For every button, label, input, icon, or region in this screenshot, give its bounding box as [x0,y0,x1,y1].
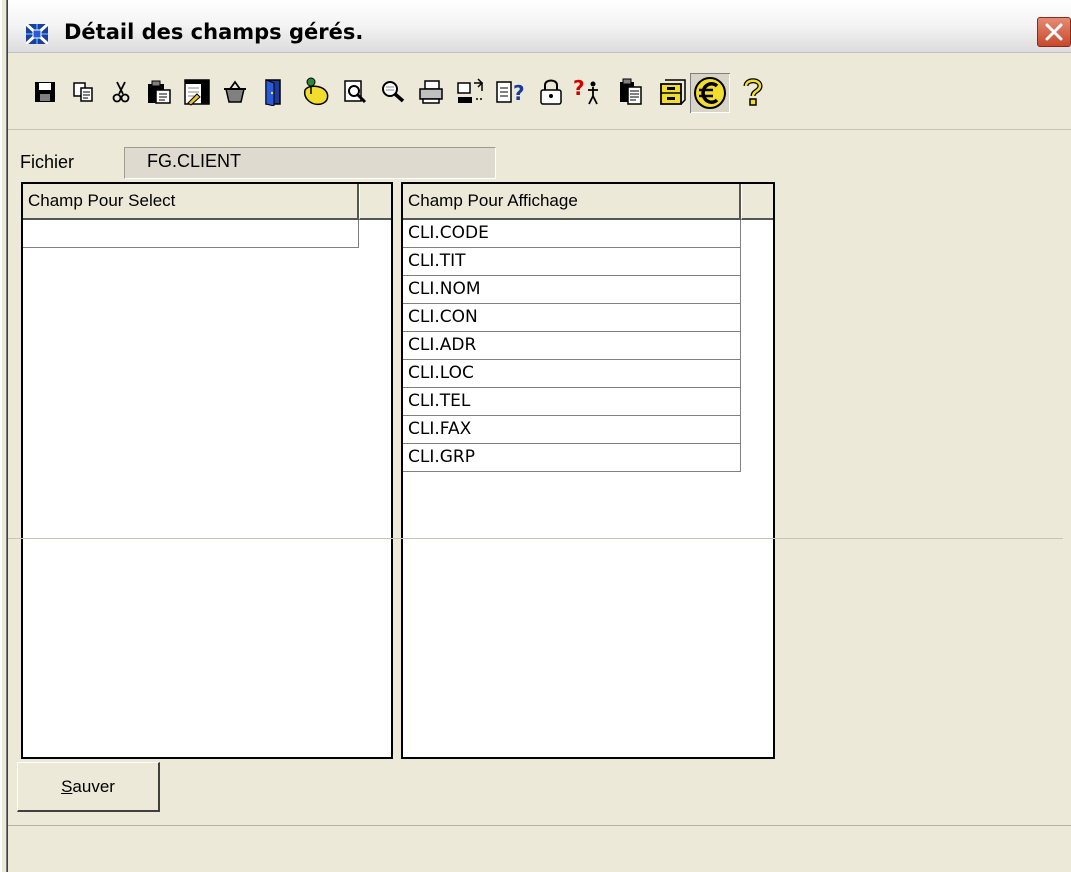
display-grid-row[interactable]: CLI.GRP [403,444,741,472]
euro-button[interactable] [690,73,730,113]
select-grid-header-filler [359,184,391,220]
exit-door-icon [265,79,281,106]
close-button[interactable] [1037,17,1071,47]
svg-text:?: ? [513,81,525,105]
select-grid-header[interactable]: Champ Pour Select [23,184,359,220]
svg-text:?: ? [573,77,585,100]
basket-icon [224,80,246,103]
pins-icon [303,77,329,106]
display-grid-row[interactable]: CLI.ADR [403,332,741,360]
clipboard-list-button[interactable] [614,75,648,109]
fichier-label: Fichier [20,152,75,172]
print-icon [419,80,443,104]
help-button[interactable] [736,75,770,109]
save-button-label: auver [72,777,115,796]
display-fields-grid[interactable]: Champ Pour Affichage CLI.CODE CLI.TIT CL… [401,182,775,759]
transfer-icon [457,78,484,103]
display-grid-header-filler [741,184,773,220]
document-help-icon: ? [496,81,525,105]
exit-button[interactable] [256,75,290,109]
toolbar: ? ? [8,63,1071,129]
copy-button[interactable] [66,75,100,109]
cut-icon [112,81,130,103]
window-title: Détail des champs gérés. [64,20,364,44]
cut-button[interactable] [104,75,138,109]
archive-cabinet-button[interactable] [654,75,688,109]
toolbar-separator [8,129,1071,130]
find-icon [382,81,405,103]
panel-divider [8,538,1063,539]
fichier-field: FG.CLIENT [124,147,496,179]
display-grid-row[interactable]: CLI.TEL [403,388,741,416]
document-help-button[interactable]: ? [494,75,528,109]
save-icon [35,82,55,102]
save-button[interactable] [28,75,62,109]
what-is-this-icon: ? [573,77,598,105]
dialog-window: Détail des champs gérés. ? ? Fichier FG.… [0,0,1071,872]
clipboard-list-icon [620,78,642,105]
edit-form-button[interactable] [180,75,214,109]
paste-icon [148,80,171,104]
title-bar[interactable]: Détail des champs gérés. [8,0,1071,53]
copy-icon [73,82,93,102]
euro-icon [694,77,726,109]
pins-button[interactable] [298,75,332,109]
status-separator [8,825,1071,826]
select-fields-grid[interactable]: Champ Pour Select [21,182,393,759]
basket-button[interactable] [218,75,252,109]
find-button[interactable] [376,75,410,109]
display-grid-header[interactable]: Champ Pour Affichage [403,184,741,220]
search-document-button[interactable] [338,75,372,109]
display-grid-row[interactable]: CLI.NOM [403,276,741,304]
close-icon [1045,23,1063,41]
archive-cabinet-icon [660,79,686,105]
help-icon [743,78,763,106]
window-border [0,0,8,872]
save-button-mnemonic: S [61,777,73,796]
edit-form-icon [184,79,210,106]
lock-icon [540,79,562,105]
transfer-button[interactable] [454,75,488,109]
search-document-icon [344,80,367,104]
app-icon [24,22,50,46]
select-grid-row[interactable] [23,220,359,248]
display-grid-row[interactable]: CLI.CODE [403,220,741,248]
display-grid-row[interactable]: CLI.LOC [403,360,741,388]
save-form-button[interactable]: Sauver [17,762,160,812]
display-grid-row[interactable]: CLI.FAX [403,416,741,444]
print-button[interactable] [414,75,448,109]
paste-button[interactable] [142,75,176,109]
display-grid-row[interactable]: CLI.CON [403,304,741,332]
lock-button[interactable] [534,75,568,109]
what-is-this-button[interactable]: ? [572,75,606,109]
display-grid-row[interactable]: CLI.TIT [403,248,741,276]
